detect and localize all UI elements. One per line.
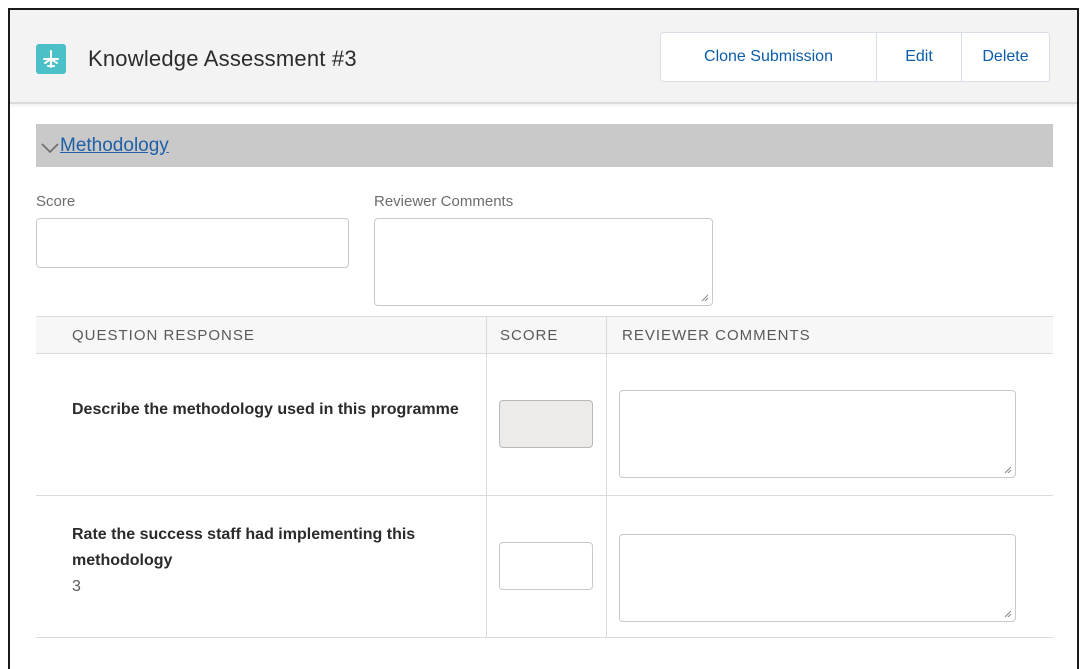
question-text: Rate the success staff had implementing … [72, 522, 462, 600]
score-label: Score [36, 193, 76, 210]
score-cell [486, 354, 606, 495]
score-cell [486, 496, 606, 637]
comments-cell [606, 496, 1053, 637]
question-label: Describe the methodology used in this pr… [72, 401, 459, 418]
question-response-value: 3 [72, 578, 81, 595]
row-score-input-disabled [499, 400, 593, 448]
reviewer-comments-textarea[interactable] [374, 218, 713, 306]
page-title: Knowledge Assessment #3 [88, 46, 357, 71]
question-cell: Describe the methodology used in this pr… [36, 354, 486, 495]
clone-submission-button[interactable]: Clone Submission [661, 33, 877, 81]
question-label: Rate the success staff had implementing … [72, 526, 416, 569]
score-input[interactable] [36, 218, 349, 268]
column-header-reviewer-comments: REVIEWER COMMENTS [606, 317, 1053, 353]
section-header-methodology[interactable]: Methodology [36, 124, 1053, 167]
column-header-score: SCORE [486, 317, 606, 353]
resize-handle-icon[interactable] [1004, 610, 1012, 618]
action-button-group: Clone Submission Edit Delete [660, 32, 1050, 82]
row-reviewer-comments-textarea[interactable] [619, 390, 1016, 478]
row-reviewer-comments-textarea[interactable] [619, 534, 1016, 622]
row-score-input[interactable] [499, 542, 593, 590]
table-header: QUESTION RESPONSE SCORE REVIEWER COMMENT… [36, 316, 1053, 354]
resize-handle-icon[interactable] [701, 294, 709, 302]
record-page: Knowledge Assessment #3 Clone Submission… [8, 8, 1079, 669]
resize-handle-icon[interactable] [1004, 466, 1012, 474]
comments-cell [606, 354, 1053, 495]
column-header-question-response: QUESTION RESPONSE [72, 326, 255, 344]
reviewer-comments-label: Reviewer Comments [374, 193, 514, 210]
section-title-link[interactable]: Methodology [60, 135, 169, 157]
table-row: Rate the success staff had implementing … [36, 496, 1053, 638]
question-table: QUESTION RESPONSE SCORE REVIEWER COMMENT… [36, 316, 1053, 638]
edit-button[interactable]: Edit [877, 33, 962, 81]
airplane-icon-glyph [43, 50, 59, 68]
question-text: Describe the methodology used in this pr… [72, 397, 462, 423]
table-row: Describe the methodology used in this pr… [36, 354, 1053, 496]
chevron-down-icon[interactable] [40, 141, 60, 155]
record-header: Knowledge Assessment #3 Clone Submission… [10, 10, 1077, 104]
airplane-icon [36, 44, 66, 74]
question-cell: Rate the success staff had implementing … [36, 496, 486, 637]
delete-button[interactable]: Delete [962, 33, 1049, 81]
